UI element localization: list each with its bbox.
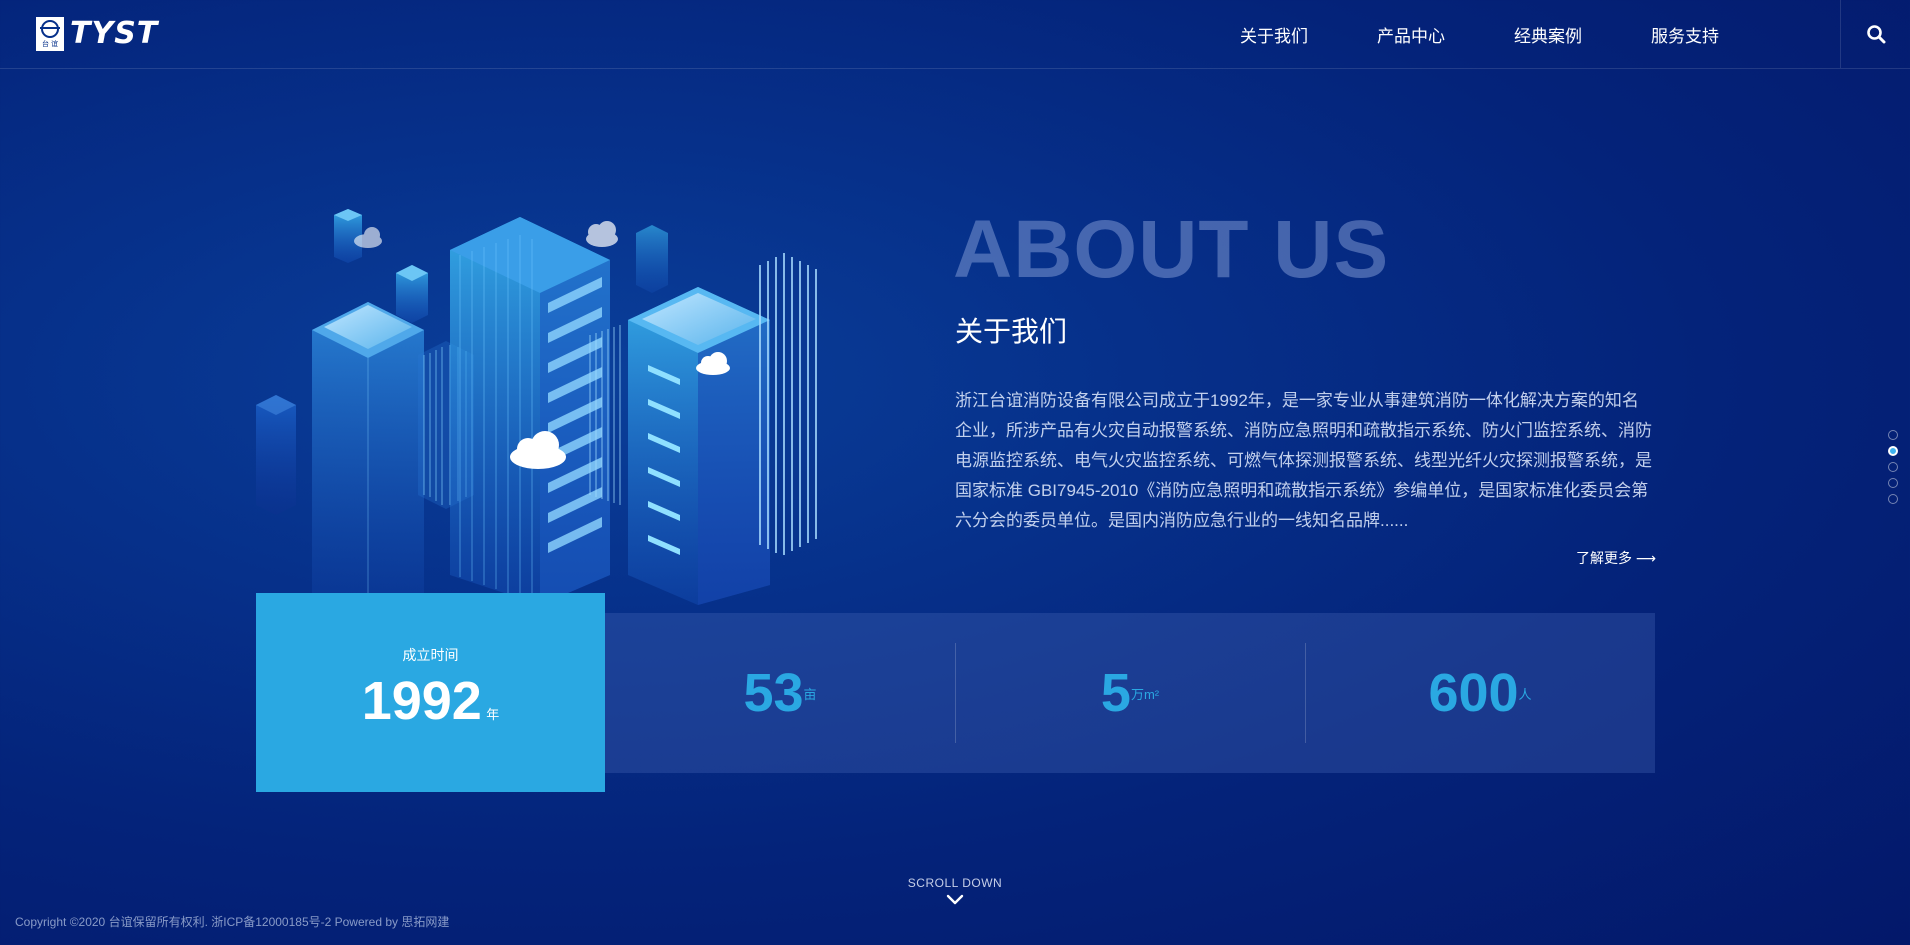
stat-land-area-unit: 亩 xyxy=(803,686,817,702)
stat-land-area-value: 53 xyxy=(743,663,804,723)
search-icon xyxy=(1867,25,1886,44)
section-pagination xyxy=(1888,430,1902,510)
stat-founded-label: 成立时间 xyxy=(402,647,459,663)
stat-floor-area: 5 万m² xyxy=(955,613,1305,773)
learn-more-link[interactable]: 了解更多 ⟶ xyxy=(1540,548,1656,568)
footer-copyright: Copyright ©2020 台谊保留所有权利. 浙ICP备12000185号… xyxy=(15,915,450,929)
stat-floor-area-value: 5 xyxy=(1100,663,1131,723)
about-title-en: ABOUT US xyxy=(953,204,1390,295)
stat-land-area: 53 亩 xyxy=(605,613,955,773)
cloud-icon xyxy=(586,221,618,247)
pagination-dot-5[interactable] xyxy=(1888,494,1898,504)
scroll-down-label: SCROLL DOWN xyxy=(907,876,1003,890)
stat-founded-value: 1992 xyxy=(361,671,482,731)
chevron-down-icon xyxy=(946,894,964,905)
search-button[interactable] xyxy=(1840,0,1910,68)
pagination-dot-2[interactable] xyxy=(1888,446,1898,456)
logo-emblem-icon: 台 谊 xyxy=(36,17,64,51)
stat-employees-unit: 人 xyxy=(1518,686,1532,702)
nav-item-products[interactable]: 产品中心 xyxy=(1377,22,1445,47)
scroll-down[interactable]: SCROLL DOWN xyxy=(855,876,1055,909)
pagination-dot-1[interactable] xyxy=(1888,430,1898,440)
logo-text: TYST xyxy=(70,16,159,51)
nav-item-support[interactable]: 服务支持 xyxy=(1651,22,1719,47)
nav-item-about[interactable]: 关于我们 xyxy=(1240,22,1308,47)
stat-employees-value: 600 xyxy=(1428,663,1519,723)
stat-founded-unit: 年 xyxy=(486,707,500,722)
about-description: 浙江台谊消防设备有限公司成立于1992年，是一家专业从事建筑消防一体化解决方案的… xyxy=(955,391,1652,530)
pagination-dot-4[interactable] xyxy=(1888,478,1898,488)
stat-employees: 600 人 xyxy=(1305,613,1655,773)
logo-emblem-text: 台 谊 xyxy=(42,41,58,48)
site-header: 台 谊 TYST 关于我们 产品中心 经典案例 服务支持 xyxy=(0,0,1910,69)
main-nav: 关于我们 产品中心 经典案例 服务支持 xyxy=(1240,0,1788,68)
pagination-dot-3[interactable] xyxy=(1888,462,1898,472)
nav-item-cases[interactable]: 经典案例 xyxy=(1514,22,1582,47)
stats-bar: 53 亩 5 万m² 600 人 xyxy=(605,613,1655,773)
logo[interactable]: 台 谊 TYST xyxy=(36,16,158,52)
stat-founded: 成立时间 1992 年 xyxy=(256,593,605,792)
about-title-cn: 关于我们 xyxy=(955,316,1068,347)
isometric-city-illustration xyxy=(256,209,817,605)
stat-floor-area-unit: 万m² xyxy=(1130,686,1160,702)
